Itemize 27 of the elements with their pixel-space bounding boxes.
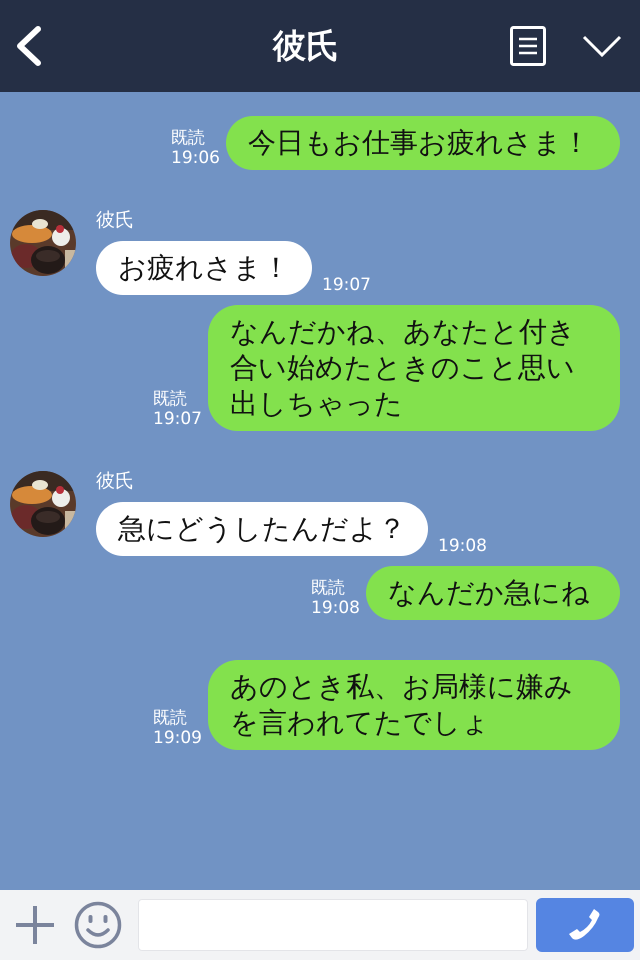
sender-name: 彼氏 (96, 208, 135, 232)
read-receipt: 既読 (311, 578, 346, 598)
sender-name: 彼氏 (96, 469, 135, 493)
phone-icon (568, 908, 602, 942)
message-bubble: あのとき私、お局様に嫌みを言われてたでしょ (208, 660, 620, 750)
smiley-icon[interactable] (74, 901, 122, 949)
message-time: 19:07 (322, 275, 371, 295)
message-bubble: 急にどうしたんだよ？ (96, 502, 428, 556)
message-input[interactable] (138, 899, 528, 951)
read-receipt: 既読 (171, 128, 206, 148)
back-icon[interactable] (14, 26, 42, 66)
plus-icon[interactable] (14, 904, 56, 946)
read-receipt: 既読 (153, 708, 188, 728)
message-time: 19:08 (311, 598, 360, 618)
message-bubble: なんだか急にね (366, 566, 620, 620)
message-bubble: 今日もお仕事お疲れさま！ (226, 116, 620, 170)
chevron-down-icon[interactable] (582, 35, 622, 57)
call-button[interactable] (536, 898, 634, 952)
message-bubble: なんだかね、あなたと付き合い始めたときのこと思い出しちゃった (208, 305, 620, 431)
message-time: 19:06 (171, 148, 220, 168)
message-time: 19:09 (153, 728, 202, 748)
read-receipt: 既読 (153, 389, 188, 409)
chat-title: 彼氏 (273, 25, 339, 68)
message-time: 19:07 (153, 409, 202, 429)
menu-icon[interactable] (510, 26, 546, 66)
message-bubble: お疲れさま！ (96, 241, 312, 295)
message-time: 19:08 (438, 536, 487, 556)
